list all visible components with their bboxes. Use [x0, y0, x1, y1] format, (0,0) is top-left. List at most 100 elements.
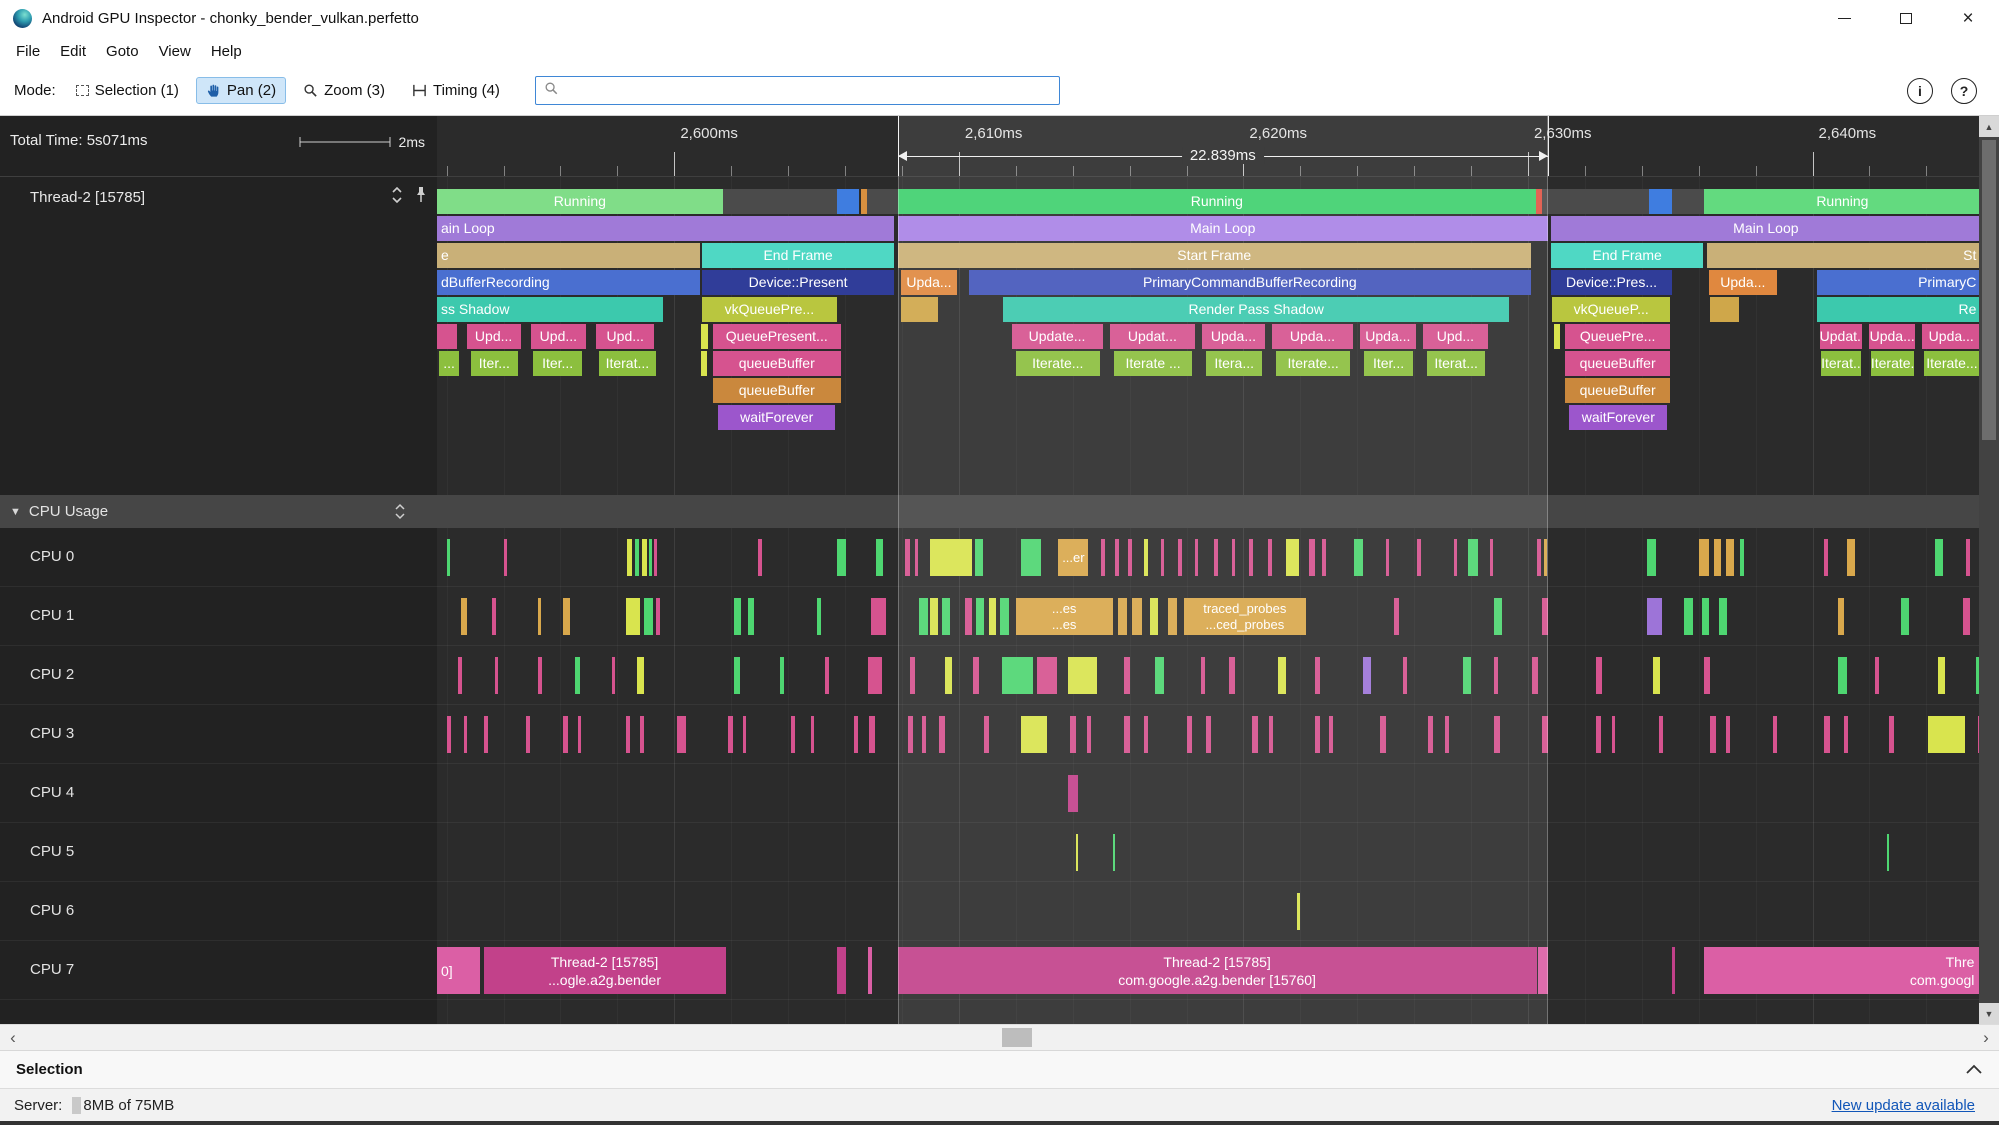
cpu-slice[interactable]	[1889, 716, 1894, 753]
timeline-slice[interactable]	[867, 189, 898, 214]
cpu-slice[interactable]	[836, 947, 847, 994]
cpu-slice[interactable]	[876, 539, 883, 576]
cpu-slice[interactable]	[1714, 539, 1722, 576]
cpu-row-label[interactable]: CPU 3	[0, 705, 437, 763]
cpu-slice[interactable]	[625, 598, 641, 635]
cpu-slice[interactable]	[779, 657, 784, 694]
timeline-slice[interactable]: Device::Present	[702, 270, 894, 295]
cpu-slice[interactable]	[641, 539, 647, 576]
cpu-slice[interactable]	[648, 539, 653, 576]
cpu-slice[interactable]	[637, 657, 645, 694]
timeline-slice[interactable]: Updat...	[1819, 324, 1863, 349]
cpu-slice[interactable]	[1823, 539, 1829, 576]
cpu-slice[interactable]	[1846, 539, 1856, 576]
timeline-slice[interactable]	[837, 189, 860, 214]
cpu-slice[interactable]	[869, 716, 875, 753]
cpu-slice[interactable]	[537, 598, 542, 635]
timeline-slice[interactable]: QueuePresent...	[712, 324, 841, 349]
cpu-slice[interactable]	[492, 598, 497, 635]
timeline-slice[interactable]: queueBuffer	[712, 378, 841, 403]
cpu-slice[interactable]	[654, 539, 658, 576]
cpu-slice[interactable]	[460, 598, 467, 635]
cpu-slice[interactable]	[1671, 947, 1676, 994]
cpu-slice[interactable]	[1739, 539, 1745, 576]
cpu-slice[interactable]	[1701, 598, 1709, 635]
timeline-slice[interactable]	[1710, 297, 1739, 322]
cpu-slice[interactable]	[1927, 716, 1965, 753]
timeline-slice[interactable]: Running	[437, 189, 723, 214]
vertical-scrollbar[interactable]: ▲ ▼	[1979, 116, 1999, 1024]
pin-icon[interactable]	[415, 186, 427, 208]
cpu-slice[interactable]	[1596, 657, 1602, 694]
timeline-slice[interactable]: Upda...	[1922, 324, 1979, 349]
mode-selection-button[interactable]: Selection (1)	[66, 77, 189, 104]
menu-edit[interactable]: Edit	[50, 43, 96, 60]
thread-track-header[interactable]: Thread-2 [15785]	[0, 177, 437, 495]
cpu-slice[interactable]	[1838, 657, 1847, 694]
cpu-slice[interactable]	[1647, 539, 1657, 576]
timeline-slice[interactable]: e	[437, 243, 700, 268]
mode-pan-button[interactable]: Pan (2)	[195, 77, 287, 104]
cpu-slice[interactable]	[463, 716, 468, 753]
cpu-slice[interactable]	[1886, 834, 1889, 871]
cpu-slice[interactable]	[611, 657, 616, 694]
cpu-slice[interactable]	[446, 716, 451, 753]
timeline-slice[interactable]: ain Loop	[437, 216, 894, 241]
cpu-slice[interactable]	[446, 539, 451, 576]
menu-help[interactable]: Help	[201, 43, 252, 60]
cpu-slice[interactable]	[1934, 539, 1944, 576]
expand-collapse-icon[interactable]	[390, 186, 404, 208]
scroll-right-button[interactable]: ›	[1973, 1025, 1999, 1050]
timeline-slice[interactable]	[1671, 189, 1705, 214]
timeline-slice[interactable]: waitForever	[1569, 405, 1668, 430]
cpu-slice[interactable]	[1823, 716, 1830, 753]
cpu-row-label[interactable]: CPU 7	[0, 941, 437, 999]
cpu-slice[interactable]	[537, 657, 542, 694]
cpu-row-label[interactable]: CPU 4	[0, 764, 437, 822]
timeline-slice[interactable]	[1542, 189, 1649, 214]
cpu-slice[interactable]	[867, 947, 873, 994]
timeline-slice[interactable]: queueBuffer	[1564, 378, 1671, 403]
cpu-slice[interactable]	[1647, 598, 1662, 635]
cpu-slice[interactable]	[577, 716, 581, 753]
timeline-slice[interactable]: vkQueueP...	[1552, 297, 1671, 322]
cpu-slice[interactable]	[825, 657, 829, 694]
timeline-slice[interactable]: Device::Pres...	[1551, 270, 1672, 295]
cpu-slice[interactable]	[625, 716, 631, 753]
horizontal-scroll-thumb[interactable]	[1002, 1028, 1032, 1047]
timeline-slice[interactable]	[860, 189, 868, 214]
timeline-slice[interactable]: queueBuffer	[1564, 351, 1671, 376]
cpu-slice[interactable]	[742, 716, 747, 753]
timeline-slice[interactable]: Upd...	[466, 324, 521, 349]
help-button[interactable]: ?	[1951, 77, 1977, 104]
cpu-slice[interactable]: Thre com.googl	[1704, 947, 1979, 994]
timeline-slice[interactable]: ...	[438, 351, 460, 376]
cpu-slice[interactable]	[1596, 716, 1601, 753]
cpu-slice[interactable]	[1900, 598, 1910, 635]
cpu-slice[interactable]	[1718, 598, 1728, 635]
menu-goto[interactable]: Goto	[96, 43, 149, 60]
cpu-slice[interactable]	[758, 539, 762, 576]
timeline-slice[interactable]	[701, 351, 708, 376]
timeline-slice[interactable]: Upda...	[1708, 270, 1777, 295]
cpu-slice[interactable]	[836, 539, 847, 576]
timeline-slice[interactable]: vkQueuePre...	[702, 297, 837, 322]
minimize-button[interactable]	[1813, 0, 1875, 36]
cpu-slice[interactable]	[563, 716, 568, 753]
cpu-slice[interactable]	[1653, 657, 1661, 694]
cpu-slice[interactable]	[1725, 716, 1730, 753]
cpu-slice[interactable]	[867, 657, 883, 694]
cpu-slice[interactable]	[495, 657, 499, 694]
cpu-slice[interactable]	[734, 657, 740, 694]
cpu-slice[interactable]	[870, 598, 887, 635]
cpu-slice[interactable]	[1704, 657, 1711, 694]
scroll-up-button[interactable]: ▲	[1979, 116, 1999, 137]
timeline-slice[interactable]	[722, 189, 838, 214]
scroll-left-button[interactable]: ‹	[0, 1025, 26, 1050]
timeline-slice[interactable]: Upd...	[596, 324, 655, 349]
search-input[interactable]	[558, 77, 1059, 104]
cpu-slice[interactable]: 0]	[437, 947, 480, 994]
sort-updown-icon[interactable]	[394, 503, 406, 524]
cpu-slice[interactable]	[1725, 539, 1735, 576]
maximize-button[interactable]	[1875, 0, 1937, 36]
